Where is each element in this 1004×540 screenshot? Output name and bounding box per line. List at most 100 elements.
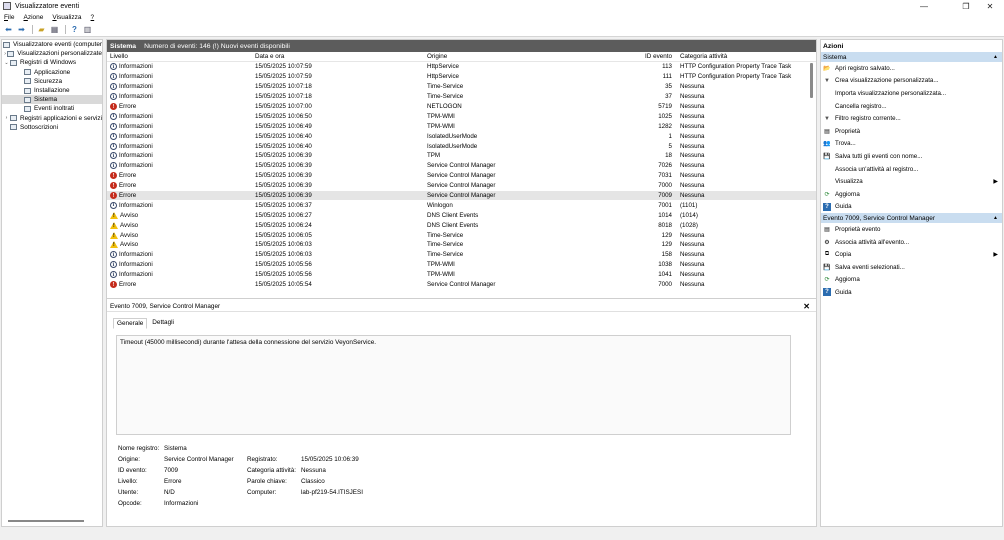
console-tree-icon[interactable]: ▦ — [49, 25, 60, 35]
action-associa-attività-all-evento[interactable]: ⚙ Associa attività all'evento... — [821, 236, 1002, 249]
close-window-button[interactable]: ✕ — [976, 0, 1004, 12]
event-date: 15/05/2025 10:06:39 — [255, 192, 312, 200]
forward-icon[interactable]: ➡ — [16, 25, 27, 35]
action-copia[interactable]: ⧉ Copia ▶ — [821, 248, 1002, 261]
action-visualizza[interactable]: Visualizza ▶ — [821, 175, 1002, 188]
event-row[interactable]: i Informazioni 15/05/2025 10:07:18 Time-Ser… — [107, 82, 816, 92]
property-label: ID evento: — [118, 467, 147, 474]
column-header-task-category[interactable]: Categoria attività — [676, 53, 806, 60]
menu-file[interactable]: File — [4, 14, 15, 21]
action-salva-eventi-selezionati[interactable]: 💾 Salva eventi selezionati... — [821, 261, 1002, 274]
column-header-level[interactable]: Livello — [107, 53, 255, 60]
expand-caret-icon[interactable]: ⌄ — [3, 60, 10, 66]
center-pane: Sistema Numero di eventi: 146 (!) Nuovi … — [106, 39, 817, 527]
event-row[interactable]: i Informazioni 15/05/2025 10:06:39 TPM 18 Nes… — [107, 151, 816, 161]
event-level: Informazioni — [119, 73, 153, 81]
event-row[interactable]: i Informazioni 15/05/2025 10:06:37 Winlogon… — [107, 200, 816, 210]
action-filtro-registro-corrente[interactable]: ▼ Filtro registro corrente... — [821, 112, 1002, 125]
event-row[interactable]: i Informazioni 15/05/2025 10:06:40 Isolated… — [107, 141, 816, 151]
action-label: Visualizza — [835, 178, 863, 186]
help-icon[interactable]: ? — [69, 25, 80, 35]
action-proprietà-evento[interactable]: ▤ Proprietà evento — [821, 223, 1002, 236]
menu-azione[interactable]: Azione — [24, 14, 44, 21]
event-category: Nessuna — [680, 132, 705, 140]
action-crea-visualizzazione-personalizzata[interactable]: ▼ Crea visualizzazione personalizzata... — [821, 75, 1002, 88]
tab-generale[interactable]: Generale — [113, 318, 148, 329]
column-header-date[interactable]: Data e ora — [255, 53, 427, 60]
action-associa-un-attività-al-registro[interactable]: Associa un'attività al registro... — [821, 163, 1002, 176]
tab-dettagli[interactable]: Dettagli — [149, 318, 177, 329]
event-list: i Informazioni 15/05/2025 10:07:59 HttpServ… — [107, 62, 816, 289]
tree-item-eventi-inoltrati[interactable]: Eventi inoltrati — [2, 104, 102, 113]
event-source: TPM-WMI — [427, 112, 455, 120]
action-apri-registro-salvato[interactable]: 📂 Apri registro salvato... — [821, 62, 1002, 75]
action-label: Apri registro salvato... — [835, 64, 895, 72]
action-guida[interactable]: ? Guida — [821, 201, 1002, 214]
properties-icon[interactable]: ▥ — [82, 25, 93, 35]
action-guida[interactable]: ? Guida — [821, 286, 1002, 299]
action-salva-tutti-gli-eventi-con-nome[interactable]: 💾 Salva tutti gli eventi con nome... — [821, 150, 1002, 163]
tree-horizontal-scrollbar[interactable] — [8, 520, 84, 522]
event-row[interactable]: i Informazioni 15/05/2025 10:05:56 TPM-WMI 1… — [107, 260, 816, 270]
event-row[interactable]: i Informazioni 15/05/2025 10:06:40 Isolated… — [107, 131, 816, 141]
action-trova[interactable]: 👥 Trova... — [821, 138, 1002, 151]
event-source: Time-Service — [427, 241, 464, 249]
task-icon: ⚙ — [824, 239, 830, 246]
event-row[interactable]: Avviso 15/05/2025 10:06:05 Time-Service 129… — [107, 230, 816, 240]
event-id: 7026 — [658, 162, 672, 170]
event-row[interactable]: ! Errore 15/05/2025 10:06:39 Service Contro… — [107, 190, 816, 201]
minimize-button[interactable]: — — [910, 0, 938, 12]
action-importa-visualizzazione-personalizzata[interactable]: Importa visualizzazione personalizzata..… — [821, 87, 1002, 100]
action-aggiorna[interactable]: ⟳ Aggiorna — [821, 274, 1002, 287]
event-row[interactable]: i Informazioni 15/05/2025 10:07:59 HttpServ… — [107, 72, 816, 82]
event-row[interactable]: i Informazioni 15/05/2025 10:07:59 HttpServ… — [107, 62, 816, 72]
tree-item-registri-di-windows[interactable]: ⌄ Registri di Windows — [2, 58, 102, 67]
event-row[interactable]: Avviso 15/05/2025 10:06:27 DNS Client Even… — [107, 210, 816, 220]
event-row[interactable]: i Informazioni 15/05/2025 10:06:50 TPM-WMI 1… — [107, 111, 816, 121]
tree-item-sistema[interactable]: Sistema — [2, 95, 102, 105]
collapse-icon[interactable]: ▲ — [993, 215, 998, 221]
event-row[interactable]: i Informazioni 15/05/2025 10:07:18 Time-Ser… — [107, 92, 816, 102]
event-id: 7001 — [658, 201, 672, 209]
menu-help[interactable]: ? — [91, 14, 95, 21]
folder-up-icon[interactable]: ▰ — [36, 25, 47, 35]
event-list-scrollbar[interactable] — [810, 63, 813, 98]
event-row[interactable]: ! Errore 15/05/2025 10:05:54 Service Contro… — [107, 280, 816, 290]
close-detail-icon[interactable]: ✕ — [803, 302, 810, 311]
action-proprietà[interactable]: ▤ Proprietà — [821, 125, 1002, 138]
event-row[interactable]: i Informazioni 15/05/2025 10:06:49 TPM-WMI 1… — [107, 121, 816, 131]
event-category: Nessuna — [680, 142, 705, 150]
log-icon — [24, 87, 31, 94]
tree-item-visualizzatore-eventi-computer[interactable]: Visualizzatore eventi (computer — [2, 40, 102, 49]
column-header-event-id[interactable]: ID evento — [607, 53, 676, 60]
event-row[interactable]: Avviso 15/05/2025 10:06:03 Time-Service 129… — [107, 240, 816, 250]
tree-item-installazione[interactable]: Installazione — [2, 86, 102, 95]
tree-item-registri-applicazioni-e-servizi[interactable]: › Registri applicazioni e servizi — [2, 114, 102, 123]
event-row[interactable]: ! Errore 15/05/2025 10:07:00 NETLOGON 5719 Ne… — [107, 102, 816, 112]
collapse-icon[interactable]: ▲ — [993, 54, 998, 60]
action-label: Salva tutti gli eventi con nome... — [835, 152, 923, 160]
tree-item-sicurezza[interactable]: Sicurezza — [2, 77, 102, 86]
event-level-cell: ! Errore — [107, 192, 255, 200]
event-row[interactable]: i Informazioni 15/05/2025 10:06:39 Service … — [107, 161, 816, 171]
event-row[interactable]: i Informazioni 15/05/2025 10:05:56 TPM-WMI 1… — [107, 270, 816, 280]
property-label: Livello: — [118, 478, 138, 485]
column-header-source[interactable]: Origine — [427, 53, 607, 60]
event-row[interactable]: ! Errore 15/05/2025 10:06:39 Service Contro… — [107, 181, 816, 191]
back-icon[interactable]: ⬅ — [3, 25, 14, 35]
tree-item-sottoscrizioni[interactable]: Sottoscrizioni — [2, 123, 102, 132]
tree-item-applicazione[interactable]: Applicazione — [2, 68, 102, 77]
expand-caret-icon[interactable]: › — [3, 115, 10, 121]
action-aggiorna[interactable]: ⟳ Aggiorna — [821, 188, 1002, 201]
actions-section-header[interactable]: Evento 7009, Service Control Manager ▲ — [821, 213, 1002, 224]
event-row[interactable]: ! Errore 15/05/2025 10:06:39 Service Contro… — [107, 171, 816, 181]
actions-section-header[interactable]: Sistema ▲ — [821, 52, 1002, 62]
log-icon — [24, 78, 31, 85]
event-message-box[interactable]: Timeout (45000 millisecondi) durante l'a… — [116, 335, 791, 435]
action-cancella-registro[interactable]: Cancella registro... — [821, 100, 1002, 113]
event-row[interactable]: i Informazioni 15/05/2025 10:06:03 Time-Ser… — [107, 250, 816, 260]
tree-item-visualizzazioni-personalizzate[interactable]: › Visualizzazioni personalizzate — [2, 49, 102, 58]
menu-visualizza[interactable]: Visualizza — [52, 14, 81, 21]
property-label: Computer: — [247, 489, 277, 496]
event-row[interactable]: Avviso 15/05/2025 10:06:24 DNS Client Even… — [107, 220, 816, 230]
